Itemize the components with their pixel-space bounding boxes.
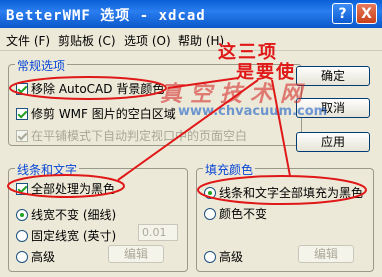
watermark-url: www.chvacuum.com [178,104,328,119]
fill-advanced-label: 高级 [219,250,244,264]
remove-background-checkbox[interactable] [16,83,28,95]
all-black-label: 全部处理为黑色 [31,182,116,196]
fixed-width-label: 固定线宽 (英寸) [31,229,117,243]
fill-edit-button[interactable]: 编辑 [298,245,354,263]
all-black-checkbox[interactable] [16,183,28,195]
tile-mode-label: 在平铺模式下自动判定视口中的页面空白 [31,129,248,143]
trim-whitespace-option[interactable]: 修剪 WMF 图片的空白区域 [16,105,176,122]
fixed-width-radio[interactable] [16,230,28,242]
fill-keep-color-label: 颜色不变 [219,207,268,221]
fill-advanced-option[interactable]: 高级 [204,248,243,265]
line-edit-button[interactable]: 编辑 [108,245,164,263]
fixed-width-radio-option[interactable]: 固定线宽 (英寸) [16,227,116,244]
apply-button[interactable]: 应用 [296,132,370,152]
line-advanced-radio[interactable] [16,251,28,263]
tile-mode-checkbox [16,130,28,142]
menu-bar: 文件 (F) 剪贴板 (C) 选项 (O) 帮助 (H) [0,28,382,51]
line-advanced-label: 高级 [31,250,56,264]
fill-keep-color-radio[interactable] [204,208,216,220]
remove-background-option[interactable]: 移除 AutoCAD 背景颜色 [16,80,164,97]
menu-clipboard[interactable]: 剪贴板 (C) [58,32,116,49]
close-button[interactable]: X [356,3,377,24]
trim-whitespace-label: 修剪 WMF 图片的空白区域 [31,107,176,121]
help-button[interactable]: ? [332,3,353,24]
line-advanced-radio-option[interactable]: 高级 [16,248,55,265]
general-options-legend: 常规选项 [15,57,68,74]
keep-width-label: 线宽不变 (细线) [31,208,117,222]
fill-advanced-radio[interactable] [204,251,216,263]
keep-width-radio-option[interactable]: 线宽不变 (细线) [16,206,116,223]
title-bar[interactable]: BetterWMF 选项 - xdcad ? X [0,0,382,28]
fill-all-black-label: 线条和文字全部填充为黑色 [219,186,364,200]
tile-mode-option: 在平铺模式下自动判定视口中的页面空白 [16,127,247,144]
trim-whitespace-checkbox[interactable] [16,108,28,120]
fill-all-black-option[interactable]: 线条和文字全部填充为黑色 [204,184,363,201]
annotation-line-2: 是要使 [236,62,296,83]
all-black-option[interactable]: 全部处理为黑色 [16,180,115,197]
fill-all-black-radio[interactable] [204,187,216,199]
remove-background-label: 移除 AutoCAD 背景颜色 [31,82,165,96]
menu-options[interactable]: 选项 (O) [124,32,171,49]
options-dialog: BetterWMF 选项 - xdcad ? X 文件 (F) 剪贴板 (C) … [0,0,382,277]
fill-keep-color-option[interactable]: 颜色不变 [204,205,267,222]
lines-text-legend: 线条和文字 [15,161,80,178]
fill-color-legend: 填充颜色 [203,161,256,178]
fixed-width-input[interactable]: 0.01 [138,224,178,241]
menu-file[interactable]: 文件 (F) [6,32,50,49]
keep-width-radio[interactable] [16,209,28,221]
window-title: BetterWMF 选项 - xdcad [6,8,206,24]
